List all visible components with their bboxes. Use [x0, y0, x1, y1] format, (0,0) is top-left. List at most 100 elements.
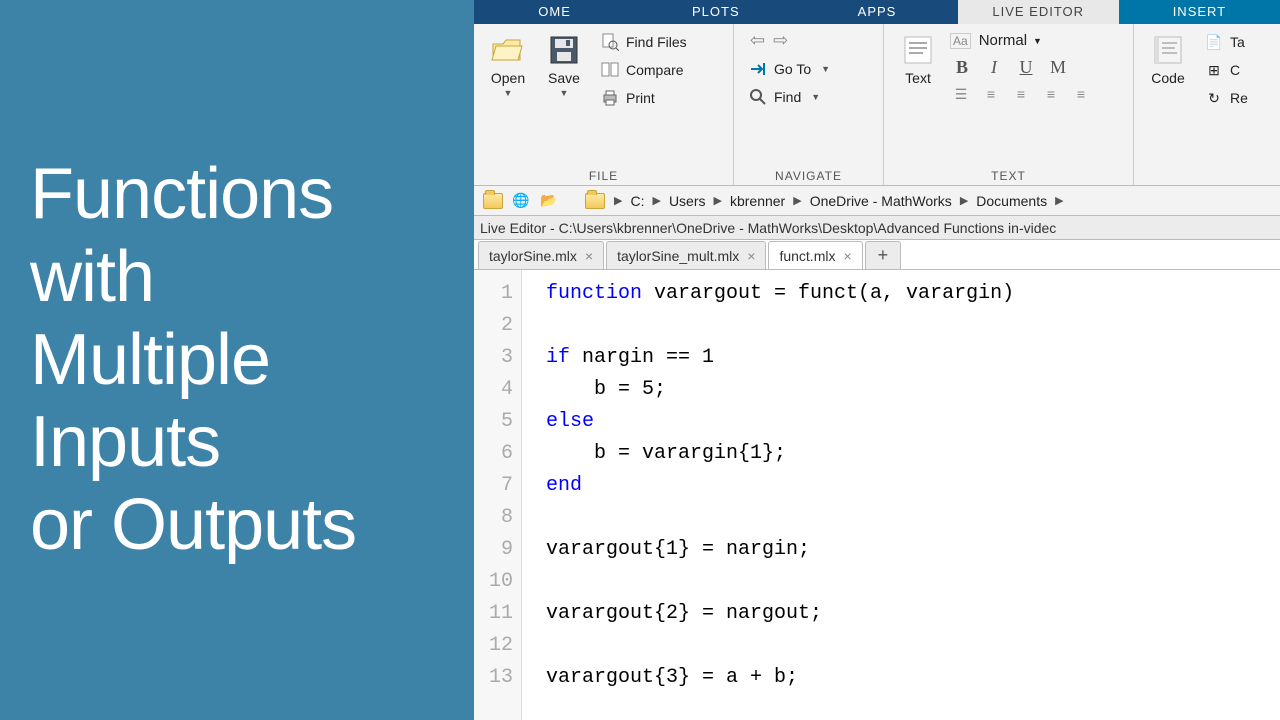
code-editor[interactable]: 12345678910111213 function varargout = f… — [474, 270, 1280, 720]
chevron-down-icon: ▼ — [1033, 36, 1042, 46]
line-number: 12 — [474, 630, 513, 662]
line-number: 4 — [474, 374, 513, 406]
chevron-down-icon: ▼ — [560, 88, 569, 98]
code-line[interactable]: else — [546, 406, 1280, 438]
nav-forward-icon[interactable]: ⇨ — [773, 30, 788, 51]
back-folder-icon[interactable] — [482, 190, 504, 212]
file-tab[interactable]: funct.mlx× — [768, 241, 862, 269]
breadcrumb: 🌐 📂 ▶ C: ▶ Users ▶ kbrenner ▶ OneDrive -… — [474, 186, 1280, 216]
file-tab[interactable]: taylorSine_mult.mlx× — [606, 241, 766, 269]
tab-plots[interactable]: PLOTS — [635, 0, 796, 24]
breadcrumb-sep-icon: ▶ — [612, 194, 624, 207]
refresh-folder-icon[interactable]: 📂 — [538, 190, 560, 212]
close-icon[interactable]: × — [843, 248, 851, 264]
italic-button[interactable]: I — [982, 55, 1006, 79]
close-icon[interactable]: × — [585, 248, 593, 264]
code-line[interactable]: function varargout = funct(a, varargin) — [546, 278, 1280, 310]
code-line[interactable] — [546, 566, 1280, 598]
tab-live-editor[interactable]: LIVE EDITOR — [958, 0, 1119, 24]
line-number: 6 — [474, 438, 513, 470]
chevron-down-icon: ▼ — [821, 64, 830, 74]
line-number: 2 — [474, 310, 513, 342]
line-number: 9 — [474, 534, 513, 566]
line-number-gutter: 12345678910111213 — [474, 270, 522, 720]
code-line[interactable]: end — [546, 470, 1280, 502]
code-line[interactable]: b = varargin{1}; — [546, 438, 1280, 470]
line-number: 1 — [474, 278, 513, 310]
crumb-kbrenner[interactable]: kbrenner — [730, 193, 785, 209]
code-button[interactable]: Code — [1144, 28, 1192, 90]
numbered-list-icon[interactable]: ≡ — [980, 85, 1002, 103]
find-files-icon — [600, 32, 620, 52]
find-files-button[interactable]: Find Files — [596, 30, 691, 54]
find-button[interactable]: Find ▼ — [744, 85, 824, 109]
font-size-label-icon: Aa — [950, 33, 971, 49]
tab-insert[interactable]: INSERT — [1119, 0, 1280, 24]
crumb-users[interactable]: Users — [669, 193, 706, 209]
chevron-down-icon: ▼ — [504, 88, 513, 98]
code-line[interactable] — [546, 630, 1280, 662]
align-left-icon[interactable]: ≡ — [1010, 85, 1032, 103]
tab-home[interactable]: OME — [474, 0, 635, 24]
text-icon — [900, 32, 936, 68]
line-number: 7 — [474, 470, 513, 502]
crumb-documents[interactable]: Documents — [976, 193, 1047, 209]
control-icon: ⊞ — [1204, 60, 1224, 80]
chevron-down-icon: ▼ — [811, 92, 820, 102]
nav-back-icon[interactable]: ⇦ — [750, 30, 765, 51]
save-button[interactable]: Save ▼ — [540, 28, 588, 102]
code-line[interactable] — [546, 310, 1280, 342]
title-line-4: Inputs — [30, 401, 444, 484]
align-center-icon[interactable]: ≡ — [1040, 85, 1062, 103]
new-tab-button[interactable]: + — [865, 241, 902, 269]
tab-apps[interactable]: APPS — [796, 0, 957, 24]
align-right-icon[interactable]: ≡ — [1070, 85, 1092, 103]
code-line[interactable]: varargout{1} = nargin; — [546, 534, 1280, 566]
file-tab-label: taylorSine.mlx — [489, 248, 577, 264]
line-number: 5 — [474, 406, 513, 438]
monospace-button[interactable]: M — [1046, 55, 1070, 79]
ribbon-group-navigate: ⇦ ⇨ Go To ▼ Find ▼ NAVIGATE — [734, 24, 884, 185]
code-line[interactable] — [546, 502, 1280, 534]
code-line[interactable]: if nargin == 1 — [546, 342, 1280, 374]
task-button[interactable]: 📄Ta — [1200, 30, 1252, 54]
line-number: 11 — [474, 598, 513, 630]
title-overlay-panel: Functions with Multiple Inputs or Output… — [0, 0, 474, 720]
title-line-5: or Outputs — [30, 484, 444, 567]
magnifier-icon — [748, 87, 768, 107]
print-button[interactable]: Print — [596, 86, 691, 110]
code-line[interactable]: varargout{3} = a + b; — [546, 662, 1280, 694]
ribbon-group-code: Code 📄Ta ⊞C ↻Re — [1134, 24, 1264, 185]
title-line-2: with — [30, 236, 444, 319]
goto-button[interactable]: Go To ▼ — [744, 57, 834, 81]
folder-open-icon — [490, 32, 526, 68]
crumb-onedrive[interactable]: OneDrive - MathWorks — [810, 193, 952, 209]
up-folder-icon[interactable]: 🌐 — [510, 190, 532, 212]
matlab-window: OME PLOTS APPS LIVE EDITOR INSERT Open ▼ — [474, 0, 1280, 720]
text-button[interactable]: Text — [894, 28, 942, 90]
style-selector[interactable]: Normal ▼ — [979, 32, 1042, 49]
bullet-list-icon[interactable]: ☰ — [950, 85, 972, 103]
task-icon: 📄 — [1204, 32, 1224, 52]
line-number: 13 — [474, 662, 513, 694]
file-tab[interactable]: taylorSine.mlx × — [478, 241, 604, 269]
title-line-1: Functions — [30, 153, 444, 236]
file-tab-strip: taylorSine.mlx×taylorSine_mult.mlx×funct… — [474, 240, 1280, 270]
code-line[interactable]: b = 5; — [546, 374, 1280, 406]
open-button[interactable]: Open ▼ — [484, 28, 532, 102]
code-area[interactable]: function varargout = funct(a, varargin) … — [522, 270, 1280, 720]
toolstrip-tabs: OME PLOTS APPS LIVE EDITOR INSERT — [474, 0, 1280, 24]
code-line[interactable]: varargout{2} = nargout; — [546, 598, 1280, 630]
control-button[interactable]: ⊞C — [1200, 58, 1252, 82]
compare-icon — [600, 60, 620, 80]
ribbon: Open ▼ Save ▼ Find Files — [474, 24, 1280, 186]
floppy-disk-icon — [546, 32, 582, 68]
refactor-button[interactable]: ↻Re — [1200, 86, 1252, 110]
code-icon — [1150, 32, 1186, 68]
underline-button[interactable]: U — [1014, 55, 1038, 79]
compare-button[interactable]: Compare — [596, 58, 691, 82]
close-icon[interactable]: × — [747, 248, 755, 264]
title-line-3: Multiple — [30, 319, 444, 402]
crumb-drive[interactable]: C: — [630, 193, 644, 209]
bold-button[interactable]: B — [950, 55, 974, 79]
